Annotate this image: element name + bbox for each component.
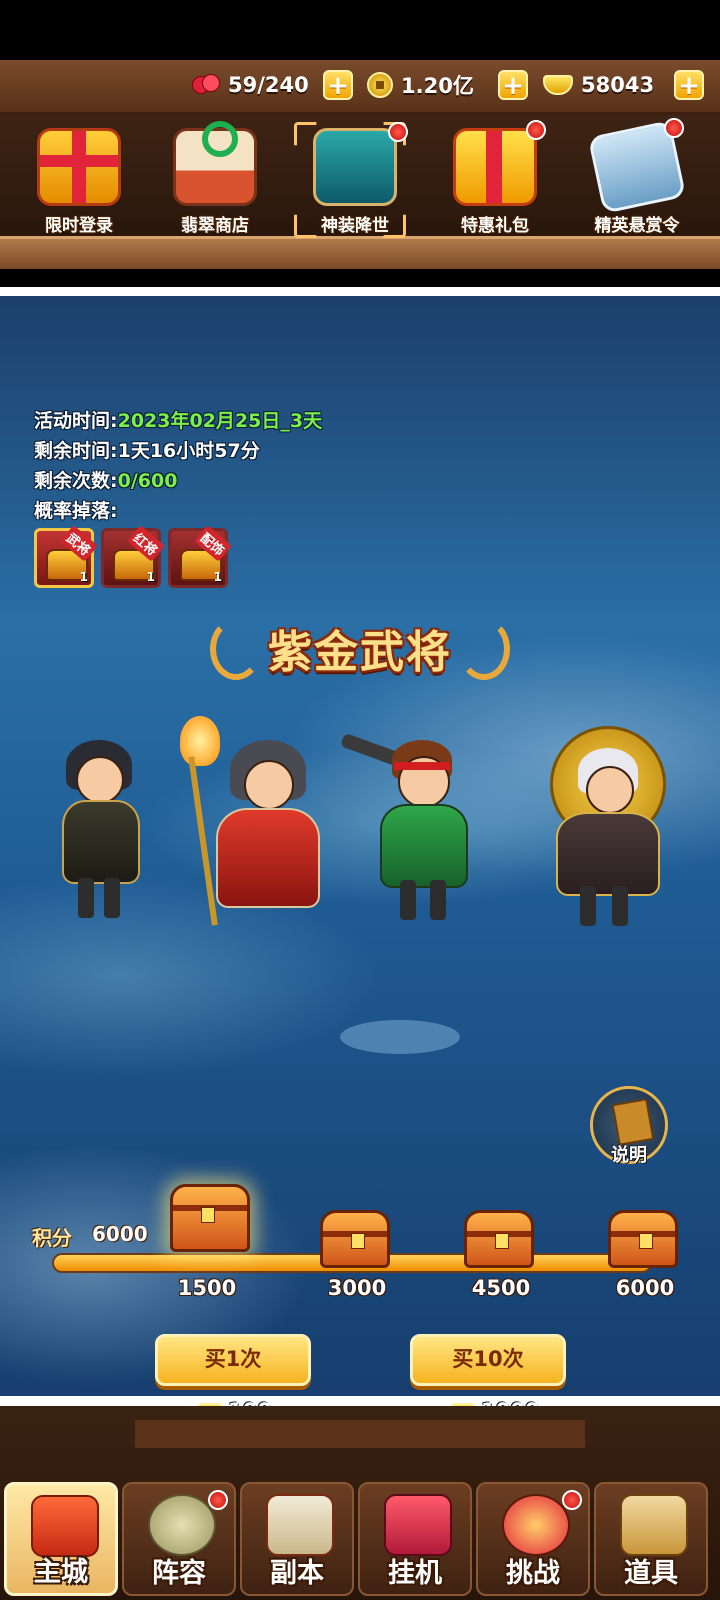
milestone-chest-1500[interactable] (170, 1184, 250, 1252)
tab-label: 翡翠商店 (181, 216, 249, 236)
points-label: 积分 (32, 1226, 72, 1250)
notification-dot (526, 120, 546, 140)
tabs-shelf (0, 236, 720, 269)
laurel-icon (210, 618, 262, 680)
tab-label: 限时登录 (45, 216, 113, 236)
gift-pack-icon (453, 128, 537, 206)
event-time-value: 2023年02月25日_3天 (117, 410, 323, 432)
heart-icon (190, 72, 220, 98)
jade-shop-icon (173, 121, 257, 206)
treasure-bag-icon (384, 1494, 452, 1556)
drop-count: 1 (213, 570, 222, 584)
fish-decoration (340, 1020, 460, 1054)
palace-icon (31, 1495, 99, 1557)
remaining-time-label: 剩余时间: (34, 440, 118, 462)
divine-armor-icon (313, 128, 397, 206)
milestone-chest-4500[interactable] (464, 1210, 534, 1268)
tab-jade-shop[interactable]: 翡翠商店 (150, 121, 280, 236)
scroll-icon (266, 1494, 334, 1556)
buy-once-button[interactable]: 买1次 (155, 1334, 311, 1386)
points-value: 6000 (92, 1222, 148, 1246)
nav-label: 副本 (270, 1558, 324, 1589)
add-coins-button[interactable]: + (498, 70, 528, 100)
hero-figure-4 (500, 726, 670, 926)
drop-item-general[interactable]: 武将 1 (34, 525, 99, 588)
remaining-time-value: 1天16小时57分 (117, 440, 260, 462)
milestone-label: 3000 (327, 1276, 387, 1300)
drop-count: 1 (79, 570, 88, 584)
hero-figure-3 (340, 732, 500, 920)
tab-label: 神装降世 (321, 216, 389, 236)
nav-items[interactable]: 道具 (594, 1482, 708, 1596)
ingot-value: 58043 (581, 73, 655, 97)
panel-border (0, 1396, 720, 1406)
tab-divine-armor[interactable]: 神装降世 (290, 122, 420, 236)
tab-special-offer[interactable]: 特惠礼包 (430, 120, 560, 236)
resource-bar: 59/240 + 1.20亿 + 58043 + (0, 60, 720, 115)
stamina-value: 59/240 (228, 73, 309, 97)
nav-challenge[interactable]: 挑战 (476, 1482, 590, 1596)
event-title: 紫金武将 (268, 627, 452, 678)
drop-item-accessory[interactable]: 配饰 1 (168, 525, 233, 588)
help-button[interactable]: 说明 (590, 1086, 668, 1166)
event-title-banner: 紫金武将 (210, 612, 510, 684)
add-stamina-button[interactable]: + (323, 70, 353, 100)
event-time-label: 活动时间: (34, 410, 118, 432)
nav-idle[interactable]: 挂机 (358, 1482, 472, 1596)
panel-border (0, 287, 720, 296)
buy-ten-button[interactable]: 买10次 (410, 1334, 566, 1386)
remaining-count-value: 0/600 (117, 470, 178, 492)
milestone-chest-6000[interactable] (608, 1210, 678, 1268)
drop-item-red-general[interactable]: 红将 1 (101, 525, 166, 588)
gift-box-icon (37, 128, 121, 206)
tab-limited-login[interactable]: 限时登录 (14, 128, 144, 236)
milestone-label: 6000 (615, 1276, 675, 1300)
coin-icon (367, 72, 393, 98)
hero-figure-2 (180, 716, 330, 926)
remaining-time-row: 剩余时间:1天16小时57分 (34, 436, 260, 463)
remaining-count-label: 剩余次数: (34, 470, 118, 492)
remaining-count-row: 剩余次数:0/600 (34, 466, 177, 493)
versus-icon (502, 1494, 570, 1556)
book-icon (611, 1098, 655, 1146)
tab-elite-bounty[interactable]: 精英悬赏令 (572, 118, 702, 236)
notification-dot (562, 1490, 582, 1510)
ingot-resource: 58043 (543, 68, 654, 102)
tab-label: 精英悬赏令 (594, 216, 680, 236)
coin-resource: 1.20亿 (367, 68, 474, 102)
nav-main-city[interactable]: 主城 (4, 1482, 118, 1596)
add-ingots-button[interactable]: + (674, 70, 704, 100)
drop-count: 1 (146, 570, 155, 584)
nav-label: 主城 (34, 1557, 88, 1588)
tab-label: 特惠礼包 (461, 216, 529, 236)
stamina-resource: 59/240 (190, 68, 309, 102)
status-bar (0, 0, 720, 60)
coin-value: 1.20亿 (401, 74, 474, 98)
milestone-chest-3000[interactable] (320, 1210, 390, 1268)
lineup-medal-icon (148, 1494, 216, 1556)
nav-label: 挂机 (388, 1558, 442, 1589)
nav-dungeon[interactable]: 副本 (240, 1482, 354, 1596)
notification-dot (208, 1490, 228, 1510)
item-bag-icon (620, 1494, 688, 1556)
hero-figure-1 (44, 740, 154, 920)
notification-dot (388, 122, 408, 142)
laurel-icon (458, 618, 510, 680)
drop-rate-label: 概率掉落: (34, 500, 118, 522)
nav-label: 挑战 (506, 1558, 560, 1589)
nav-lineup[interactable]: 阵容 (122, 1482, 236, 1596)
event-time-row: 活动时间:2023年02月25日_3天 (34, 406, 322, 433)
notification-dot (664, 118, 684, 138)
help-label: 说明 (611, 1145, 647, 1166)
nav-label: 阵容 (152, 1558, 206, 1589)
milestone-label: 1500 (177, 1276, 237, 1300)
milestone-label: 4500 (471, 1276, 531, 1300)
nav-stripe (135, 1420, 585, 1448)
nav-label: 道具 (624, 1558, 678, 1589)
gold-ingot-icon (543, 75, 573, 95)
